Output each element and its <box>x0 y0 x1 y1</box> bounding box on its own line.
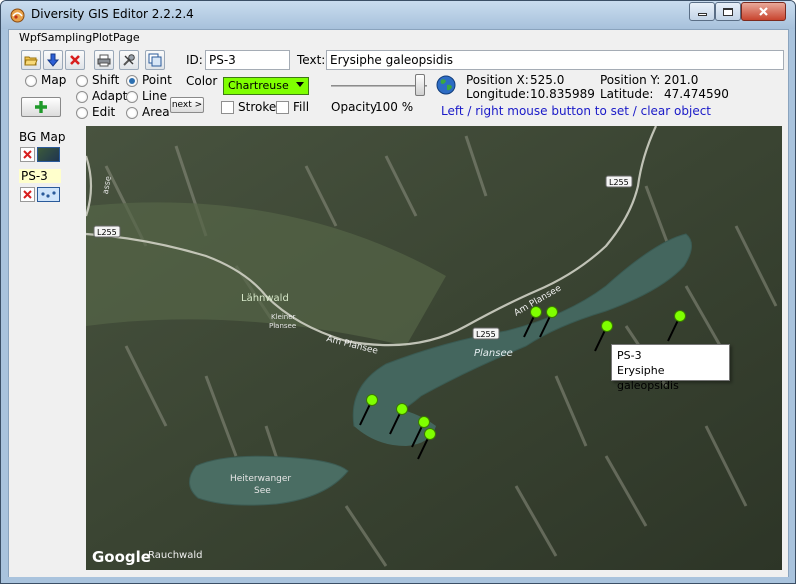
fill-checkbox[interactable] <box>276 101 289 114</box>
mode-shift-label: Shift <box>92 73 120 87</box>
fill-label: Fill <box>293 100 310 114</box>
tab-strip: WpfSamplingPlotPage <box>9 30 788 46</box>
remove-bg-map-button[interactable] <box>20 147 35 162</box>
position-y-label: Position Y: <box>600 73 661 87</box>
road-l255-west: L255 <box>97 228 117 237</box>
tooltip-text: Erysiphe galeopsidis <box>617 364 679 392</box>
delete-x-icon <box>23 150 32 159</box>
bg-map-thumbnail[interactable] <box>37 147 60 162</box>
settings-tools-icon <box>123 54 135 66</box>
id-label: ID: <box>186 53 203 67</box>
map-label-see: See <box>254 486 271 496</box>
geometry-area-radio[interactable] <box>126 107 138 119</box>
tooltip-id: PS-3 <box>617 349 642 362</box>
map-label-plansee: Plansee <box>474 348 513 359</box>
print-button[interactable] <box>94 50 114 70</box>
mode-map-label: Map <box>41 73 67 87</box>
app-window: Diversity GIS Editor 2.2.2.4 WpfSampling… <box>0 0 796 584</box>
remove-ps3-layer-button[interactable] <box>20 187 35 202</box>
delete-button[interactable] <box>65 50 85 70</box>
text-field[interactable]: Erysiphe galeopsidis <box>326 50 784 70</box>
title-bar[interactable]: Diversity GIS Editor 2.2.2.4 <box>1 1 795 29</box>
position-x-label: Position X: <box>466 73 529 87</box>
map-label-plansee-small: Plansee <box>269 322 296 330</box>
minimize-button[interactable] <box>689 2 715 21</box>
bg-map-layer-label: BG Map <box>19 130 66 144</box>
google-logo: Google <box>92 548 151 566</box>
road-l255-center: L255 <box>476 330 496 339</box>
mode-edit-radio[interactable] <box>76 107 88 119</box>
bottom-strip <box>9 571 788 577</box>
map-label-lahnwald: Lähnwald <box>241 293 289 304</box>
geometry-line-label: Line <box>142 89 168 103</box>
save-button[interactable] <box>43 50 63 70</box>
open-folder-icon <box>24 56 38 65</box>
copy-window-icon <box>148 53 162 67</box>
opacity-slider-track[interactable] <box>331 85 427 87</box>
position-y-value: 201.0 <box>664 73 699 87</box>
points-icon <box>41 191 56 198</box>
mouse-hint-text: Left / right mouse button to set / clear… <box>441 104 712 118</box>
longitude-label: Longitude: <box>466 87 530 101</box>
geometry-point-radio[interactable] <box>126 75 138 87</box>
close-icon <box>759 7 768 16</box>
geometry-area-label: Area <box>142 105 170 119</box>
tab-sampling-plot-page[interactable]: WpfSamplingPlotPage <box>19 31 140 44</box>
marker-tooltip: PS-3 Erysiphe galeopsidis <box>611 344 730 392</box>
ps3-layer-thumbnail[interactable] <box>37 187 60 202</box>
copy-window-button[interactable] <box>145 50 165 70</box>
opacity-slider-thumb[interactable] <box>415 74 425 96</box>
mode-map-radio[interactable] <box>25 75 37 87</box>
delete-x-icon <box>23 190 32 199</box>
save-down-icon <box>46 53 60 67</box>
plus-icon <box>35 101 47 113</box>
stroke-label: Stroke <box>238 100 277 114</box>
map-label-heiterwanger: Heiterwanger <box>230 474 291 484</box>
print-icon <box>97 54 111 66</box>
color-select[interactable]: Chartreuse <box>223 77 309 95</box>
opacity-label: Opacity <box>331 100 378 114</box>
latitude-value: 47.474590 <box>664 87 729 101</box>
mode-adapt-radio[interactable] <box>76 91 88 103</box>
geometry-line-radio[interactable] <box>126 91 138 103</box>
mode-adapt-label: Adapt <box>92 89 128 103</box>
globe-icon <box>436 75 456 95</box>
map-label-rauchwald: Rauchwald <box>148 550 202 561</box>
maximize-icon <box>723 7 733 16</box>
settings-button[interactable] <box>119 50 139 70</box>
mode-edit-label: Edit <box>92 105 116 119</box>
longitude-value: 10.835989 <box>530 87 595 101</box>
map-canvas[interactable]: L255 L255 L255 asse Am Plansee Am Planse… <box>86 126 782 570</box>
minimize-icon <box>697 13 707 16</box>
opacity-value: 100 % <box>375 100 414 114</box>
add-object-button[interactable] <box>21 97 61 117</box>
color-label: Color <box>186 74 218 88</box>
latitude-label: Latitude: <box>600 87 654 101</box>
road-l255-north: L255 <box>609 178 629 187</box>
color-select-value: Chartreuse <box>228 79 289 92</box>
maximize-button[interactable] <box>715 2 741 21</box>
open-button[interactable] <box>21 50 41 70</box>
chevron-down-icon <box>296 82 304 87</box>
ps3-layer-label[interactable]: PS-3 <box>19 169 61 183</box>
close-window-button[interactable] <box>741 2 786 21</box>
stroke-checkbox[interactable] <box>221 101 234 114</box>
app-icon <box>10 8 25 23</box>
delete-x-icon <box>70 55 80 65</box>
mode-shift-radio[interactable] <box>76 75 88 87</box>
map-label-kleiner: Kleiner <box>271 313 296 321</box>
id-field[interactable]: PS-3 <box>205 50 290 70</box>
client-area: WpfSamplingPlotPage ID: PS-3 Text: Erysi… <box>8 29 789 577</box>
text-label: Text: <box>297 53 326 67</box>
next-button[interactable]: next > <box>170 97 204 113</box>
position-x-value: 525.0 <box>530 73 565 87</box>
geometry-point-label: Point <box>142 73 172 87</box>
window-title: Diversity GIS Editor 2.2.2.4 <box>31 7 194 21</box>
